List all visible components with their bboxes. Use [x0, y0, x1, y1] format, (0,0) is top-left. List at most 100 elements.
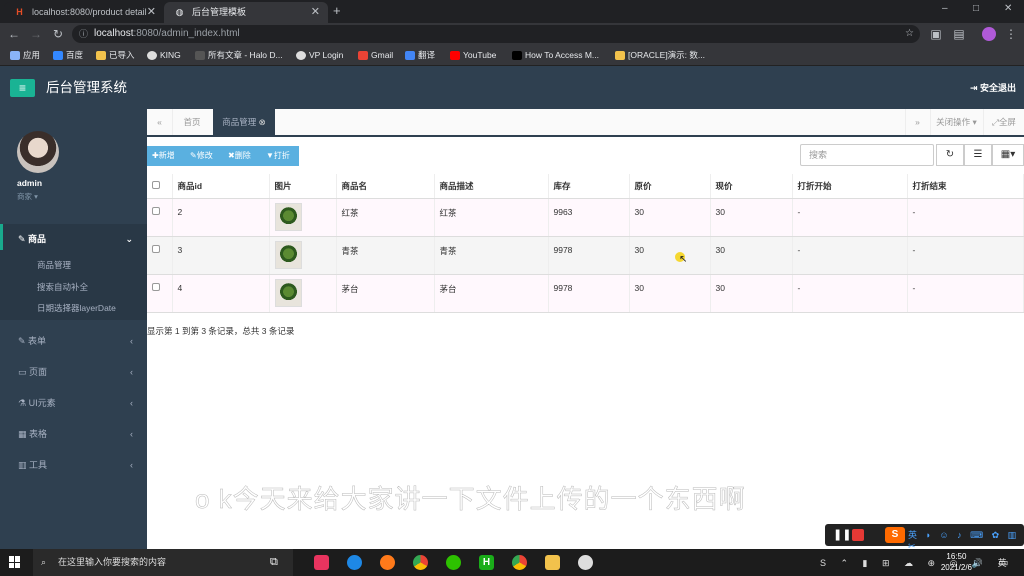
sidebar-item-form[interactable]: ✎ 表单 ‹	[0, 326, 147, 356]
row-checkbox[interactable]	[147, 274, 173, 313]
bookmark-vp-login[interactable]: VP Login	[296, 45, 343, 66]
forward-icon[interactable]: →	[28, 26, 44, 42]
browser-tab-product[interactable]: H localhost:8080/product detail ✕	[4, 2, 164, 23]
column-header[interactable]: 商品名	[336, 174, 435, 199]
bookmark-apps[interactable]: 应用	[10, 45, 40, 66]
sogou-ime-icon[interactable]: S	[885, 527, 905, 543]
row-checkbox[interactable]	[147, 236, 173, 275]
reload-icon[interactable]: ↻	[50, 26, 66, 42]
search-input[interactable]: 搜索	[800, 144, 934, 166]
table-row[interactable]: 2 红茶 红茶 9963 30 30 - -	[147, 198, 1024, 237]
notification-icon[interactable]: ▭	[998, 556, 1008, 569]
hamburger-icon[interactable]: ≡	[10, 79, 35, 97]
halo-icon	[195, 51, 205, 60]
extension-icon[interactable]: ▣	[928, 26, 944, 42]
cell-name: 青茶	[336, 236, 435, 275]
sidebar-item-page[interactable]: ▭ 页面 ‹	[0, 357, 147, 387]
task-view-icon[interactable]: ⧉	[270, 555, 285, 570]
taskbar-search-input[interactable]: ⌕ 在这里输入你要搜索的内容	[33, 549, 293, 576]
back-icon[interactable]: ←	[6, 26, 22, 42]
row-checkbox[interactable]	[147, 198, 173, 237]
column-header[interactable]: 打折结束	[907, 174, 1024, 199]
chrome-canary-icon[interactable]	[512, 555, 527, 570]
stop-record-icon[interactable]	[852, 529, 864, 541]
minimize-icon[interactable]: –	[942, 3, 948, 14]
sidebar-subitem-goods-manage[interactable]: 商品管理	[37, 259, 71, 271]
column-header[interactable]: 原价	[629, 174, 711, 199]
column-header[interactable]: 打折开始	[792, 174, 908, 199]
cell-price: 30	[629, 198, 711, 237]
edge-icon[interactable]	[347, 555, 362, 570]
avatar[interactable]	[17, 131, 59, 173]
select-all-checkbox[interactable]	[147, 174, 173, 199]
tabs-scroll-left-icon[interactable]: «	[147, 109, 173, 135]
bookmark-imported[interactable]: 已导入	[96, 45, 135, 66]
list-toggle-icon[interactable]: ☰	[964, 144, 992, 166]
close-ops-dropdown[interactable]: 关闭操作 ▾	[930, 109, 982, 135]
close-tab-icon[interactable]: ✕	[311, 2, 320, 23]
menu-kebab-icon[interactable]: ⋮	[1003, 26, 1019, 42]
system-clock[interactable]: 16:50 2021/2/6	[941, 551, 972, 573]
table-row[interactable]: 3 青茶 青茶 9978 30 30 - -	[147, 236, 1024, 275]
bookmark-youtube[interactable]: YouTube	[450, 45, 496, 66]
star-icon[interactable]: ☆	[905, 25, 914, 43]
user-role-dropdown[interactable]: 商家 ▾	[17, 191, 38, 202]
chrome-icon[interactable]	[413, 555, 428, 570]
tab-goods-manage[interactable]: 商品管理 ⊗	[213, 109, 275, 135]
column-header[interactable]: 图片	[269, 174, 337, 199]
bookmark-halo[interactable]: 所有文章 - Halo D...	[195, 45, 283, 66]
delete-button[interactable]: ✖删除	[223, 146, 261, 166]
column-header[interactable]: 现价	[710, 174, 793, 199]
sidebar-subitem-autocomplete[interactable]: 搜索自动补全	[37, 281, 88, 293]
bookmark-baidu[interactable]: 百度	[53, 45, 83, 66]
close-tab-icon[interactable]: ✕	[147, 2, 156, 23]
logout-button[interactable]: ⇥ 安全退出	[970, 81, 1016, 94]
oracle-icon	[615, 51, 625, 60]
add-button[interactable]: ✚新增	[147, 146, 185, 166]
close-circle-icon[interactable]: ⊗	[259, 117, 266, 127]
cell-stock: 9978	[548, 274, 630, 313]
fullscreen-button[interactable]: ⤢全屏	[983, 109, 1024, 135]
tab-home[interactable]: 首页	[173, 109, 211, 135]
url-input[interactable]: ⓘ localhost:8080/admin_index.html ☆	[72, 25, 920, 43]
chevron-left-icon: ‹	[130, 460, 133, 470]
bookmark-oracle[interactable]: [ORACLE]演示: 数...	[615, 45, 705, 66]
sidebar-item-label: 表单	[28, 336, 47, 346]
columns-dropdown-icon[interactable]: ▦▾	[992, 144, 1024, 166]
sidebar-subitem-datepicker[interactable]: 日期选择器layerDate	[37, 302, 116, 314]
column-header[interactable]: 商品id	[172, 174, 270, 199]
windows-start-icon[interactable]	[9, 556, 21, 568]
logout-label: 安全退出	[979, 83, 1016, 93]
bookmark-gmail[interactable]: Gmail	[358, 45, 393, 66]
edit-button[interactable]: ✎修改	[185, 146, 223, 166]
hbuilder-icon[interactable]: H	[479, 555, 494, 570]
sidebar-item-table[interactable]: ▦ 表格 ‹	[0, 419, 147, 449]
column-header[interactable]: 库存	[548, 174, 630, 199]
tabs-scroll-right-icon[interactable]: »	[905, 109, 929, 135]
new-tab-icon[interactable]: +	[333, 3, 341, 18]
system-tray-icons[interactable]: S ⌃ ▮ ⊞ ☁ ⊕ ◎ 🔊 英	[820, 556, 1013, 569]
sidebar-item-tools[interactable]: ▥ 工具 ‹	[0, 450, 147, 480]
profile-avatar[interactable]	[982, 27, 996, 41]
postman-icon[interactable]	[380, 555, 395, 570]
table-row[interactable]: 4 茅台 茅台 9978 30 30 - -	[147, 274, 1024, 313]
recorder-icon[interactable]	[578, 555, 593, 570]
intellij-icon[interactable]	[314, 555, 329, 570]
refresh-icon[interactable]: ↻	[936, 144, 964, 166]
p-icon	[512, 51, 522, 60]
window-close-icon[interactable]: ✕	[1004, 3, 1012, 14]
bookmark-king[interactable]: KING	[147, 45, 181, 66]
browser-tab-admin[interactable]: ◍ 后台管理模板 ✕	[164, 2, 328, 23]
file-explorer-icon[interactable]	[545, 555, 560, 570]
bookmark-howto[interactable]: How To Access M...	[512, 45, 599, 66]
cell-image	[269, 198, 337, 237]
extension-icon-2[interactable]: ▤	[951, 26, 967, 42]
column-header[interactable]: 商品描述	[434, 174, 549, 199]
sidebar-item-ui[interactable]: ⚗ UI元素 ‹	[0, 388, 147, 418]
bookmark-translate[interactable]: 翻译	[405, 45, 435, 66]
maximize-icon[interactable]: □	[973, 3, 979, 14]
pause-icon[interactable]: ❚❚	[833, 528, 851, 541]
mouse-cursor-icon: ↖	[679, 254, 688, 265]
discount-button[interactable]: ▼打折	[261, 146, 299, 166]
wechat-icon[interactable]	[446, 555, 461, 570]
